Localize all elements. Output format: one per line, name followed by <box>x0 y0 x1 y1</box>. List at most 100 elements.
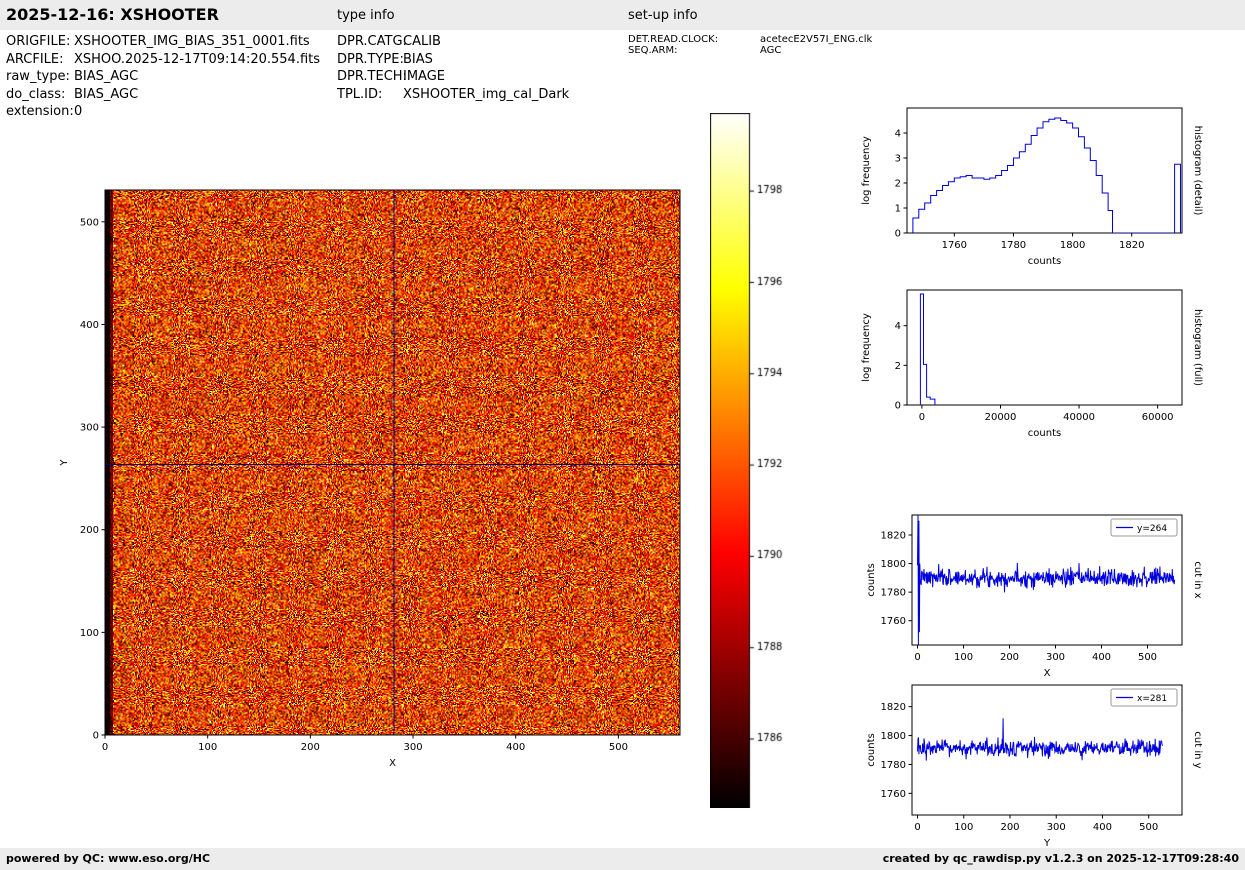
svg-text:1760: 1760 <box>881 789 906 800</box>
setup-info-column: DET.READ.CLOCK: acetecE2V57I_ENG.clk SEQ.… <box>628 34 872 56</box>
svg-text:counts: counts <box>866 563 877 596</box>
svg-text:1820: 1820 <box>1119 240 1144 251</box>
svg-text:100: 100 <box>198 742 217 753</box>
raw-type-value: BIAS_AGC <box>74 69 139 84</box>
svg-text:histogram (full): histogram (full) <box>1192 309 1203 386</box>
svg-text:4: 4 <box>895 129 901 140</box>
meta-row-extension: extension:0 <box>6 103 320 121</box>
dpr-type-value: BIAS <box>403 51 433 67</box>
type-info-column: DPR.CATG:CALIB DPR.TYPE:BIAS DPR.TECH:IM… <box>337 33 569 103</box>
meta-row-dpr-catg: DPR.CATG:CALIB <box>337 33 569 51</box>
svg-text:100: 100 <box>954 652 973 663</box>
svg-text:Y: Y <box>59 459 70 467</box>
svg-text:100: 100 <box>954 822 973 833</box>
footer-left-text: powered by QC: www.eso.org/HC <box>6 852 211 865</box>
extension-label: extension: <box>6 104 74 119</box>
seq-arm-label: SEQ.ARM: <box>628 45 678 56</box>
svg-text:1800: 1800 <box>881 731 906 742</box>
dpr-catg-value: CALIB <box>403 34 441 49</box>
read-clock-value: acetecE2V57I_ENG.clk <box>760 34 873 45</box>
svg-text:100: 100 <box>80 628 99 639</box>
dpr-type-label: DPR.TYPE: <box>337 51 404 67</box>
svg-text:counts: counts <box>866 733 877 766</box>
tpl-id-value: XSHOOTER_img_cal_Dark <box>403 86 570 102</box>
histogram_detail-svg: 1760 1780 1800 1820 0 1 2 3 4 counts log frequency… <box>861 107 1203 267</box>
meta-row-tpl-id: TPL.ID: XSHOOTER_img_cal_Dark <box>337 86 569 104</box>
bias-image-axes: 0 100 200 300 400 500 0 100 200 300 400 500 X Y <box>59 189 681 769</box>
svg-text:X: X <box>389 758 396 769</box>
svg-text:0: 0 <box>919 412 925 423</box>
file-metadata-column: ORIGFILE: XSHOOTER_IMG_BIAS_351_0001.fits… <box>6 33 320 121</box>
svg-text:200: 200 <box>80 525 99 536</box>
svg-text:40000: 40000 <box>1063 412 1095 423</box>
svg-text:histogram (detail): histogram (detail) <box>1192 126 1203 216</box>
svg-text:3: 3 <box>895 154 901 165</box>
colorbar-canvas <box>710 113 785 808</box>
svg-text:300: 300 <box>1047 822 1066 833</box>
header-bar: 2025-12-16: XSHOOTER type info set-up in… <box>0 0 1245 30</box>
do-class-value: BIAS_AGC <box>74 86 139 102</box>
svg-text:0: 0 <box>102 742 108 753</box>
svg-text:1: 1 <box>895 204 901 215</box>
svg-text:1800: 1800 <box>881 559 906 570</box>
svg-text:1780: 1780 <box>881 760 906 771</box>
svg-text:1780: 1780 <box>1001 240 1026 251</box>
svg-text:500: 500 <box>80 217 99 228</box>
dpr-catg-label: DPR.CATG: <box>337 34 407 49</box>
raw-type-label: raw_type: <box>6 69 70 84</box>
histogram_full-svg: 0 20000 40000 60000 0 2 4 counts log frequency hi… <box>861 289 1203 439</box>
svg-text:counts: counts <box>1028 256 1061 267</box>
svg-text:0: 0 <box>93 731 99 742</box>
origfile-label: ORIGFILE: <box>6 34 71 49</box>
svg-text:400: 400 <box>1093 822 1112 833</box>
cut_y-svg: 0 100 200 300 400 5001760178018001820Ycounts c… <box>866 684 1203 849</box>
svg-text:300: 300 <box>403 742 422 753</box>
origfile-value: XSHOOTER_IMG_BIAS_351_0001.fits <box>74 34 310 49</box>
meta-row-raw-type: raw_type: BIAS_AGC <box>6 68 320 86</box>
bias-image-plot: 0 100 200 300 400 500 0 100 200 300 400 500 X Y <box>50 180 715 780</box>
svg-text:counts: counts <box>1028 428 1061 439</box>
extension-value: 0 <box>74 104 83 119</box>
type-info-heading: type info <box>337 8 395 23</box>
svg-text:500: 500 <box>1139 822 1158 833</box>
dpr-tech-label: DPR.TECH: <box>337 69 407 84</box>
cut_x-svg: 0 100 200 300 400 5001760178018001820Xcounts c… <box>866 514 1203 679</box>
svg-text:log frequency: log frequency <box>861 313 872 382</box>
colorbar <box>710 113 785 808</box>
svg-text:0: 0 <box>914 822 920 833</box>
meta-row-read-clock: DET.READ.CLOCK: acetecE2V57I_ENG.clk <box>628 34 872 45</box>
svg-text:1800: 1800 <box>1060 240 1085 251</box>
tpl-id-label: TPL.ID: <box>337 86 383 102</box>
histogram-full-plot: 0 20000 40000 60000 0 2 4 counts log frequency hi… <box>852 280 1207 450</box>
dpr-tech-value: IMAGE <box>403 69 446 84</box>
svg-text:200: 200 <box>1000 652 1019 663</box>
svg-text:0: 0 <box>895 229 901 240</box>
svg-text:20000: 20000 <box>985 412 1017 423</box>
meta-row-dpr-type: DPR.TYPE:BIAS <box>337 51 569 69</box>
svg-text:cut in y: cut in y <box>1192 731 1203 768</box>
svg-text:1760: 1760 <box>942 240 967 251</box>
svg-text:500: 500 <box>1138 652 1157 663</box>
svg-text:400: 400 <box>1092 652 1111 663</box>
read-clock-label: DET.READ.CLOCK: <box>628 34 719 45</box>
svg-text:1820: 1820 <box>881 531 906 542</box>
page-title: 2025-12-16: XSHOOTER <box>6 5 219 24</box>
arcfile-label: ARCFILE: <box>6 51 64 67</box>
svg-text:1780: 1780 <box>881 588 906 599</box>
svg-text:400: 400 <box>80 320 99 331</box>
svg-text:x=281: x=281 <box>1137 694 1167 704</box>
histogram-detail-plot: 1760 1780 1800 1820 0 1 2 3 4 counts log frequency… <box>852 98 1207 280</box>
svg-text:500: 500 <box>609 742 628 753</box>
svg-text:1820: 1820 <box>881 702 906 713</box>
svg-text:400: 400 <box>506 742 525 753</box>
svg-text:2: 2 <box>895 179 901 190</box>
svg-text:2: 2 <box>895 361 901 372</box>
footer-bar: powered by QC: www.eso.org/HC created by… <box>0 848 1245 870</box>
svg-text:y=264: y=264 <box>1137 524 1167 534</box>
svg-text:0: 0 <box>914 652 920 663</box>
setup-info-heading: set-up info <box>628 8 698 23</box>
meta-row-seq-arm: SEQ.ARM: AGC <box>628 45 872 56</box>
arcfile-value: XSHOO.2025-12-17T09:14:20.554.fits <box>74 51 321 67</box>
svg-text:60000: 60000 <box>1142 412 1174 423</box>
svg-text:log frequency: log frequency <box>861 136 872 205</box>
